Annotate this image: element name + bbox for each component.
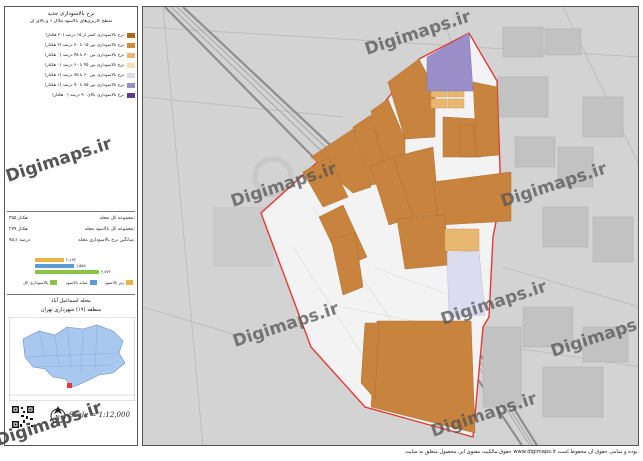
panel-watermarks: Digimaps.ir Digimaps.ir <box>0 134 115 451</box>
map-canvas: Digimaps.ir Digimaps.ir Digimaps.ir Digi… <box>143 7 638 445</box>
watermark: Digimaps.ir <box>3 134 114 187</box>
watermark: Digimaps.ir <box>0 398 105 451</box>
map-frame: Digimaps.ir Digimaps.ir Digimaps.ir Digi… <box>142 6 639 446</box>
copyright-footer: حقوق مالکیت معنوی این محصول متعلق به سای… <box>405 449 639 455</box>
